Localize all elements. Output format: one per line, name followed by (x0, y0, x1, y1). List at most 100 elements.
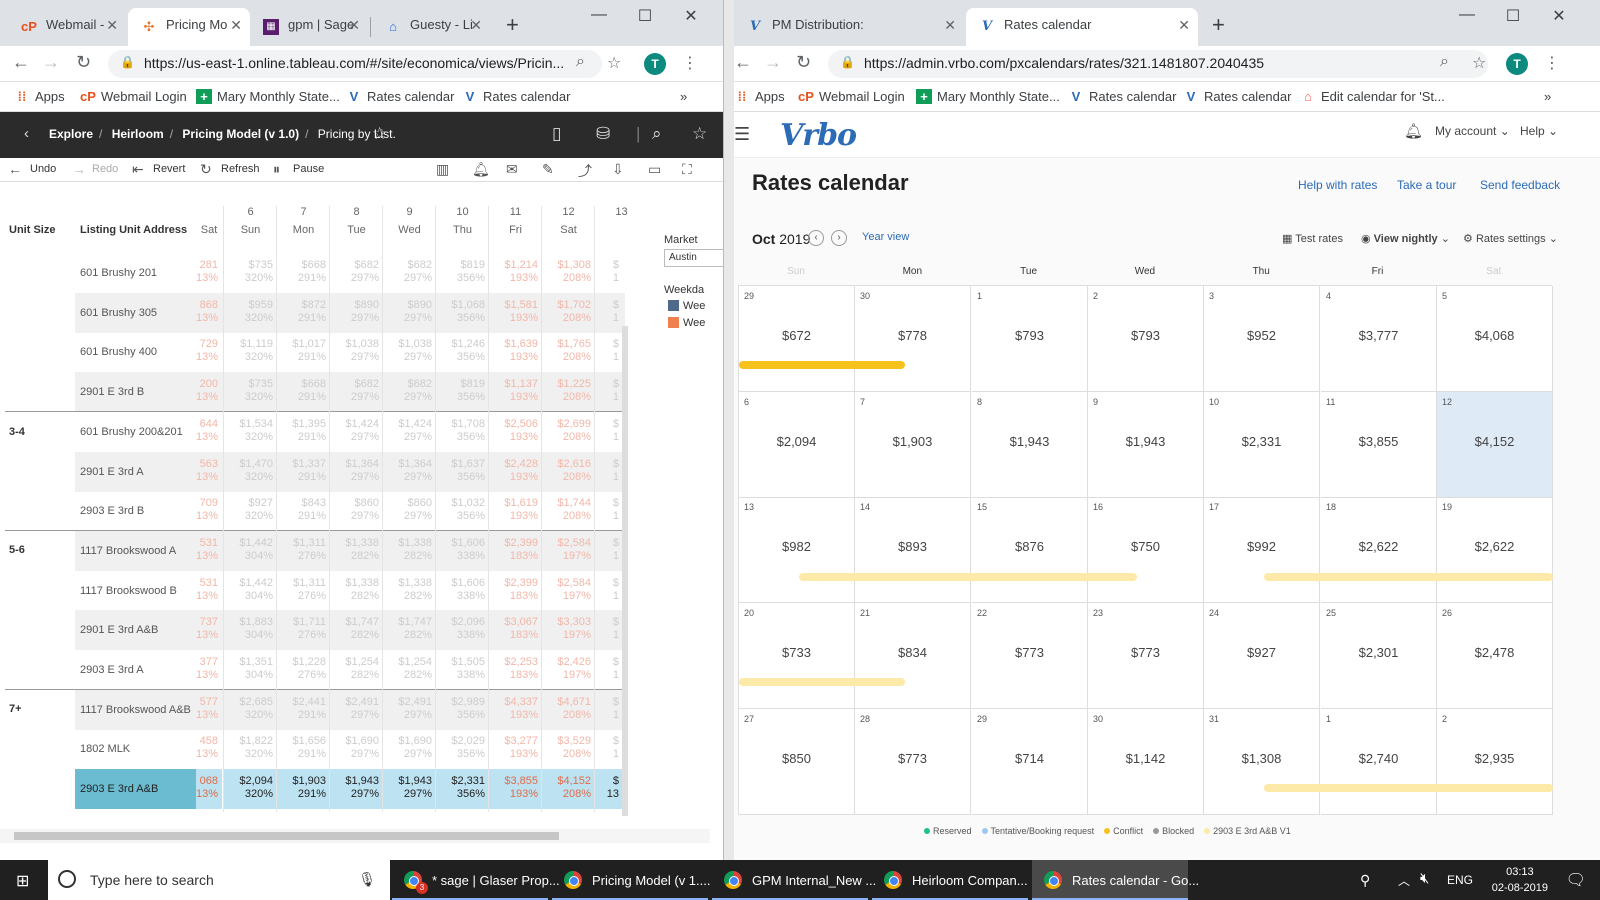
calendar-day[interactable]: 2 $2,935 (1437, 709, 1553, 815)
table-cell[interactable]: 281 13% (196, 253, 222, 293)
listing-address[interactable]: 601 Brushy 201 (75, 253, 203, 293)
share-icon[interactable]: ⤴ (578, 161, 592, 181)
table-cell[interactable]: $2,094 320% (224, 769, 277, 809)
table-cell[interactable]: $1,943 297% (383, 769, 436, 809)
calendar-day[interactable]: 6 $2,094 (739, 392, 855, 498)
close-icon[interactable]: ✕ (348, 17, 360, 34)
pause-button[interactable]: Pause (293, 163, 324, 175)
calendar-day[interactable]: 30 $1,142 (1088, 709, 1204, 815)
avatar[interactable]: T (1506, 53, 1528, 75)
table-cell[interactable]: $1,690 297% (330, 729, 383, 769)
close-window-button[interactable]: ✕ (1536, 6, 1582, 26)
tab-sage[interactable]: ▦ gpm | Sage ✕ (250, 8, 368, 46)
table-cell[interactable]: $2,491 297% (383, 690, 436, 730)
menu-dots-icon[interactable]: ⋮ (682, 53, 698, 73)
favorite-star-icon[interactable]: ☆ (372, 124, 387, 144)
reservation-bar[interactable] (739, 678, 905, 686)
table-cell[interactable]: $2,685 320% (224, 690, 277, 730)
table-cell[interactable]: $2,399 183% (489, 571, 542, 611)
table-cell[interactable]: 200 13% (196, 372, 222, 412)
back-icon[interactable]: ← (12, 52, 30, 73)
close-icon[interactable]: ✕ (230, 17, 242, 34)
table-cell[interactable]: $890 297% (383, 293, 436, 333)
table-cell[interactable]: $2,253 183% (489, 650, 542, 690)
table-cell[interactable]: $3,529 208% (542, 729, 595, 769)
table-cell[interactable]: $2,616 208% (542, 452, 595, 492)
calendar-day[interactable]: 12 $4,152 (1437, 392, 1553, 498)
reload-icon[interactable]: ↻ (76, 52, 91, 73)
table-cell[interactable]: $2,491 297% (330, 690, 383, 730)
subscribe-icon[interactable]: ✉ (506, 161, 518, 178)
bookmark-mary-monthly[interactable]: + Mary Monthly State... (916, 89, 1060, 104)
listing-address[interactable]: 2901 E 3rd A&B (75, 610, 203, 650)
chevron-left-icon[interactable]: ‹ (24, 125, 29, 142)
table-cell[interactable]: $1 (595, 690, 623, 730)
url-bar[interactable]: 🔒 https://admin.vrbo.com/pxcalendars/rat… (828, 50, 1488, 78)
reservation-bar[interactable] (799, 573, 1137, 581)
bookmark-rates-calendar-1[interactable]: V Rates calendar (346, 89, 455, 104)
vertical-scrollbar[interactable] (622, 326, 628, 816)
fullscreen-icon[interactable]: ⛶ (682, 161, 692, 178)
calendar-day[interactable]: 1 $793 (972, 286, 1088, 392)
table-cell[interactable]: 737 13% (196, 610, 222, 650)
table-cell[interactable]: $1,470 320% (224, 452, 277, 492)
calendar-day[interactable]: 20 $733 (739, 603, 855, 709)
listing-address[interactable]: 601 Brushy 200&201 (75, 412, 203, 452)
my-account-menu[interactable]: My account ⌄ (1435, 124, 1510, 138)
bookmark-rates-calendar-1[interactable]: V Rates calendar (1068, 89, 1177, 104)
clock[interactable]: 03:13 02-08-2019 (1492, 864, 1548, 896)
scrollbar-thumb[interactable] (14, 832, 559, 840)
table-cell[interactable]: $1,032 356% (436, 491, 489, 531)
table-cell[interactable]: $1 (595, 372, 623, 412)
back-icon[interactable]: ← (734, 52, 752, 73)
rates-settings-dropdown[interactable]: ⚙ Rates settings ⌄ (1463, 232, 1558, 245)
table-cell[interactable]: $1 (595, 412, 623, 452)
calendar-day[interactable]: 31 $1,308 (1204, 709, 1320, 815)
table-cell[interactable]: $2,441 291% (277, 690, 330, 730)
calendar-day[interactable]: 8 $1,943 (972, 392, 1088, 498)
calendar-day[interactable]: 29 $672 (739, 286, 855, 392)
table-cell[interactable]: $1 (595, 253, 623, 293)
table-cell[interactable]: $1,744 208% (542, 491, 595, 531)
test-rates-button[interactable]: ▦ Test rates (1282, 232, 1343, 245)
undo-button[interactable]: Undo (30, 163, 56, 175)
listing-address[interactable]: 2903 E 3rd A&B (75, 769, 203, 809)
table-cell[interactable]: $682 297% (330, 372, 383, 412)
legend-item[interactable]: Wee (668, 317, 705, 329)
help-with-rates-link[interactable]: Help with rates (1298, 178, 1377, 192)
crumb-pricing-model[interactable]: Pricing Model (v 1.0) (182, 127, 299, 141)
table-cell[interactable]: 563 13% (196, 452, 222, 492)
table-cell[interactable]: $1,708 356% (436, 412, 489, 452)
revert-button[interactable]: Revert (153, 163, 185, 175)
datasource-icon[interactable]: ⛁ (596, 124, 610, 144)
table-cell[interactable]: $3,855 193% (489, 769, 542, 809)
bookmark-apps[interactable]: ⁞⁞ Apps (14, 89, 65, 104)
table-cell[interactable]: $3,303 197% (542, 610, 595, 650)
calendar-day[interactable]: 22 $773 (972, 603, 1088, 709)
reservation-bar[interactable] (1264, 784, 1553, 792)
calendar-day[interactable]: 9 $1,943 (1088, 392, 1204, 498)
table-cell[interactable]: $872 291% (277, 293, 330, 333)
maximize-button[interactable]: ☐ (1490, 6, 1536, 26)
table-cell[interactable]: $1,943 297% (330, 769, 383, 809)
table-cell[interactable]: $1,225 208% (542, 372, 595, 412)
language-indicator[interactable]: ENG (1447, 873, 1473, 887)
bookmark-edit-calendar[interactable]: ⌂ Edit calendar for 'St... (1300, 89, 1445, 104)
table-cell[interactable]: 377 13% (196, 650, 222, 690)
table-cell[interactable]: $1 (595, 571, 623, 611)
listing-address[interactable]: 2903 E 3rd A (75, 650, 203, 690)
menu-dots-icon[interactable]: ⋮ (1544, 53, 1560, 73)
calendar-day[interactable]: 27 $850 (739, 709, 855, 815)
calendar-day[interactable]: 2 $793 (1088, 286, 1204, 392)
legend-item[interactable]: Wee (668, 300, 705, 312)
star-icon[interactable]: ☆ (692, 124, 707, 144)
calendar-day[interactable]: 21 $834 (855, 603, 971, 709)
listing-address[interactable]: 1802 MLK (75, 729, 203, 769)
close-icon[interactable]: ✕ (470, 17, 482, 34)
table-cell[interactable]: $1,214 193% (489, 253, 542, 293)
send-feedback-link[interactable]: Send feedback (1480, 178, 1560, 192)
table-cell[interactable]: $1 (595, 452, 623, 492)
table-cell[interactable]: $1,424 297% (330, 412, 383, 452)
table-cell[interactable]: $819 356% (436, 253, 489, 293)
table-cell[interactable]: $668 291% (277, 372, 330, 412)
